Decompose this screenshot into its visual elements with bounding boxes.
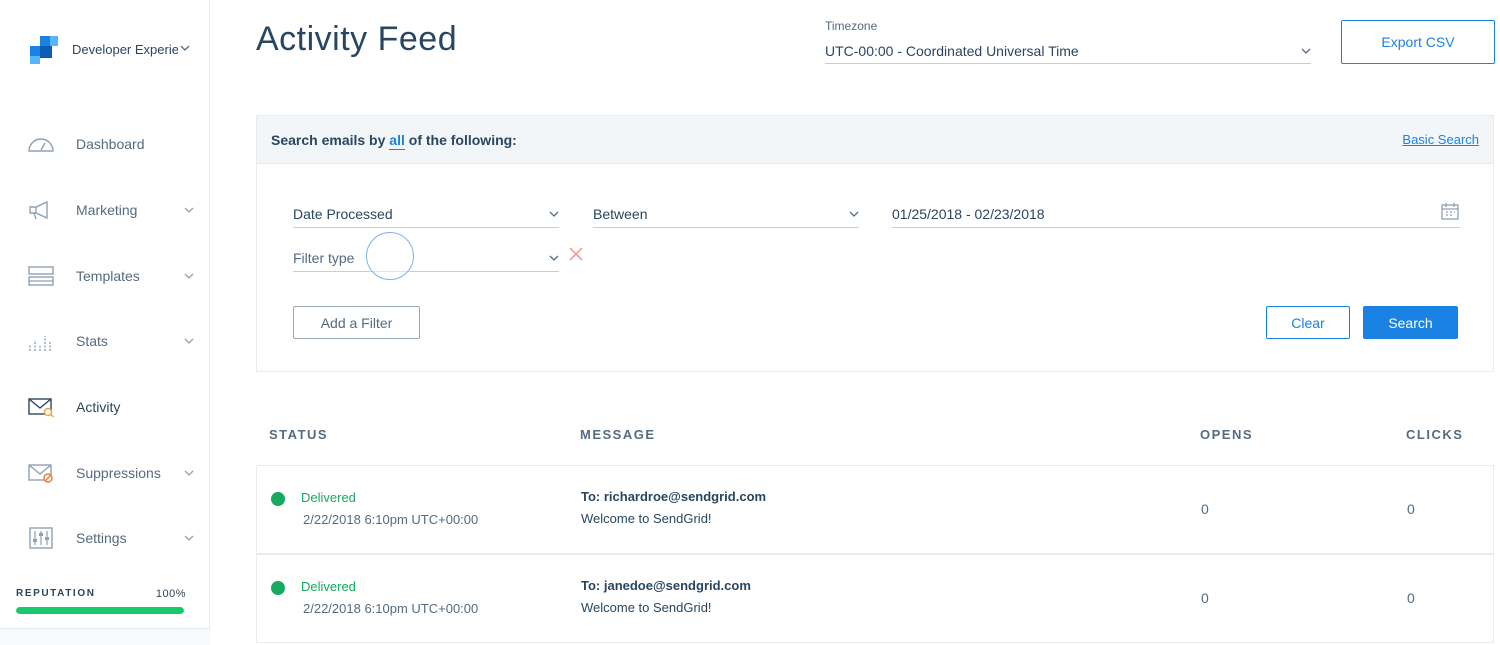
clicks-count: 0	[1407, 501, 1415, 517]
chevron-down-icon	[549, 249, 559, 267]
column-header-message: MESSAGE	[580, 427, 656, 442]
reputation-value: 100%	[155, 588, 186, 600]
sendgrid-logo-icon	[28, 34, 60, 64]
filter-type-select[interactable]: Filter type	[293, 244, 559, 272]
search-heading: Search emails by all of the following:	[271, 131, 517, 150]
sidebar-item-label: Settings	[76, 530, 127, 546]
account-switcher[interactable]: Developer Experience	[28, 34, 198, 64]
search-panel-header: Search emails by all of the following: B…	[257, 116, 1493, 164]
status-time: 2/22/2018 6:10pm UTC+00:00	[303, 512, 479, 527]
chevron-down-icon	[182, 201, 196, 219]
sidebar-item-marketing[interactable]: Marketing	[26, 194, 196, 226]
sidebar-item-templates[interactable]: Templates	[26, 260, 196, 292]
timezone-select[interactable]: UTC-00:00 - Coordinated Universal Time	[825, 38, 1311, 64]
clicks-count: 0	[1407, 590, 1415, 606]
chevron-down-icon	[182, 529, 196, 547]
bar-chart-icon	[26, 329, 56, 353]
column-header-clicks: CLICKS	[1406, 427, 1464, 442]
reputation-bar	[16, 607, 184, 614]
clear-button[interactable]: Clear	[1266, 306, 1350, 339]
sidebar-item-label: Templates	[76, 268, 140, 284]
sidebar: Developer Experience Dashboard Marketing…	[0, 0, 210, 645]
filter-type-placeholder: Filter type	[293, 249, 355, 266]
status-time: 2/22/2018 6:10pm UTC+00:00	[303, 601, 479, 616]
reputation-bar-fill	[16, 607, 184, 614]
sidebar-item-activity[interactable]: Activity	[26, 391, 196, 423]
sidebar-item-dashboard[interactable]: Dashboard	[26, 128, 196, 160]
opens-count: 0	[1201, 501, 1209, 517]
filter-field-select[interactable]: Date Processed	[293, 200, 559, 228]
calendar-icon[interactable]	[1440, 201, 1460, 226]
sidebar-footer	[0, 628, 210, 645]
reputation-meter: REPUTATION 100%	[16, 588, 186, 614]
chevron-down-icon	[849, 205, 859, 223]
export-csv-button[interactable]: Export CSV	[1341, 20, 1495, 64]
sidebar-item-label: Stats	[76, 333, 108, 349]
filter-operator-value: Between	[593, 205, 648, 222]
remove-filter-icon[interactable]	[569, 247, 583, 261]
basic-search-link[interactable]: Basic Search	[1402, 132, 1479, 147]
search-heading-suffix: of the following:	[408, 131, 517, 148]
search-heading-prefix: Search emails by	[271, 131, 386, 148]
sidebar-item-label: Marketing	[76, 202, 138, 218]
opens-count: 0	[1201, 590, 1209, 606]
message-recipient: To: janedoe@sendgrid.com	[581, 578, 751, 593]
table-row[interactable]: Delivered 2/22/2018 6:10pm UTC+00:00 To:…	[256, 465, 1494, 554]
timezone-label: Timezone	[825, 19, 878, 33]
dashboard-gauge-icon	[26, 132, 56, 156]
settings-sliders-icon	[26, 526, 56, 550]
search-button[interactable]: Search	[1363, 306, 1458, 339]
status-delivered-dot	[271, 581, 285, 595]
page-title: Activity Feed	[256, 20, 458, 58]
table-row[interactable]: Delivered 2/22/2018 6:10pm UTC+00:00 To:…	[256, 554, 1494, 643]
status-delivered-dot	[271, 492, 285, 506]
mail-blocked-icon	[26, 461, 56, 485]
date-range-input[interactable]: 01/25/2018 - 02/23/2018	[892, 200, 1460, 228]
column-header-opens: OPENS	[1200, 427, 1254, 442]
account-name: Developer Experience	[72, 41, 178, 57]
sidebar-item-settings[interactable]: Settings	[26, 522, 196, 554]
sidebar-item-label: Activity	[76, 399, 121, 415]
match-all-toggle[interactable]: all	[389, 131, 405, 150]
filter-operator-select[interactable]: Between	[593, 200, 859, 228]
chevron-down-icon	[549, 205, 559, 223]
activity-mail-search-icon	[26, 395, 56, 419]
advanced-search-panel: Search emails by all of the following: B…	[256, 115, 1494, 372]
status-text: Delivered	[301, 579, 356, 594]
sidebar-item-suppressions[interactable]: Suppressions	[26, 457, 196, 489]
sidebar-item-stats[interactable]: Stats	[26, 325, 196, 357]
column-header-status: STATUS	[269, 427, 329, 442]
add-filter-button[interactable]: Add a Filter	[293, 306, 420, 339]
templates-icon	[26, 264, 56, 288]
filter-field-value: Date Processed	[293, 205, 393, 222]
status-text: Delivered	[301, 490, 356, 505]
message-subject: Welcome to SendGrid!	[581, 600, 712, 615]
date-range-value: 01/25/2018 - 02/23/2018	[892, 205, 1045, 222]
chevron-down-icon	[180, 43, 190, 55]
reputation-label: REPUTATION	[16, 588, 96, 599]
sidebar-item-label: Dashboard	[76, 136, 145, 152]
megaphone-icon	[26, 198, 56, 222]
chevron-down-icon	[182, 332, 196, 350]
message-recipient: To: richardroe@sendgrid.com	[581, 489, 767, 504]
chevron-down-icon	[1301, 42, 1311, 60]
sidebar-item-label: Suppressions	[76, 465, 161, 481]
timezone-value: UTC-00:00 - Coordinated Universal Time	[825, 42, 1079, 59]
click-indicator	[366, 232, 414, 280]
chevron-down-icon	[182, 464, 196, 482]
message-subject: Welcome to SendGrid!	[581, 511, 712, 526]
chevron-down-icon	[182, 267, 196, 285]
